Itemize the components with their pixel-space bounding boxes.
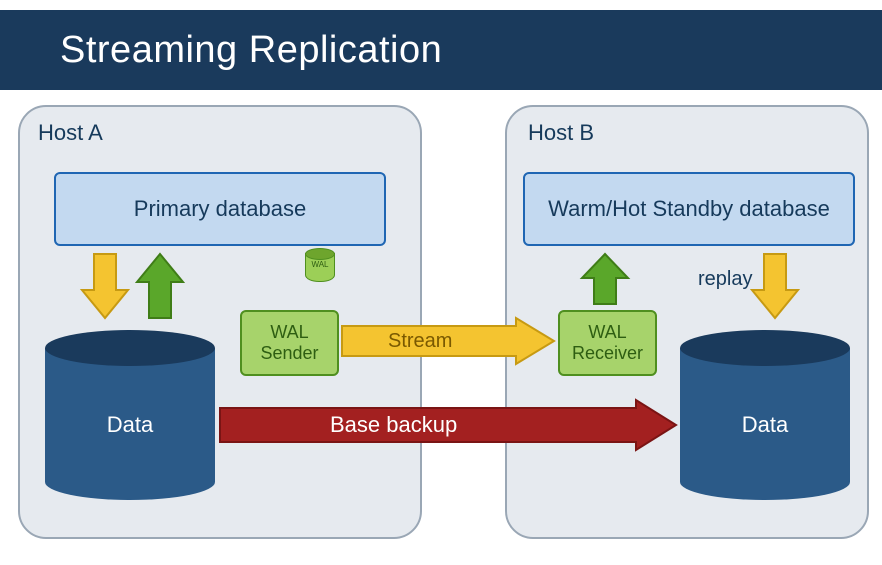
data-cylinder-a-label: Data xyxy=(45,412,215,438)
arrow-primary-to-data xyxy=(80,252,130,322)
data-cylinder-b-label: Data xyxy=(680,412,850,438)
wal-file-label: WAL xyxy=(305,260,335,269)
arrow-receiver-to-standby xyxy=(580,252,630,307)
diagram-canvas: Streaming Replication Host A Host B Prim… xyxy=(0,0,882,565)
arrow-replay-down xyxy=(750,252,800,322)
data-cylinder-b: Data xyxy=(680,330,850,500)
primary-db-label: Primary database xyxy=(134,196,306,222)
stream-label: Stream xyxy=(388,330,452,353)
slide-title: Streaming Replication xyxy=(60,29,442,72)
arrow-data-to-primary xyxy=(135,252,185,322)
host-b-label: Host B xyxy=(528,120,594,146)
wal-receiver-box: WAL Receiver xyxy=(558,310,657,376)
wal-sender-label: WAL Sender xyxy=(260,322,318,363)
title-bar: Streaming Replication xyxy=(0,10,882,90)
wal-sender-box: WAL Sender xyxy=(240,310,339,376)
host-a-label: Host A xyxy=(38,120,103,146)
standby-db-label: Warm/Hot Standby database xyxy=(548,196,830,222)
replay-label: replay xyxy=(698,268,752,291)
data-cylinder-a: Data xyxy=(45,330,215,500)
wal-receiver-label: WAL Receiver xyxy=(572,322,643,363)
base-backup-label: Base backup xyxy=(330,412,457,438)
standby-db-box: Warm/Hot Standby database xyxy=(523,172,855,246)
primary-db-box: Primary database xyxy=(54,172,386,246)
wal-file-icon: WAL xyxy=(305,248,333,282)
